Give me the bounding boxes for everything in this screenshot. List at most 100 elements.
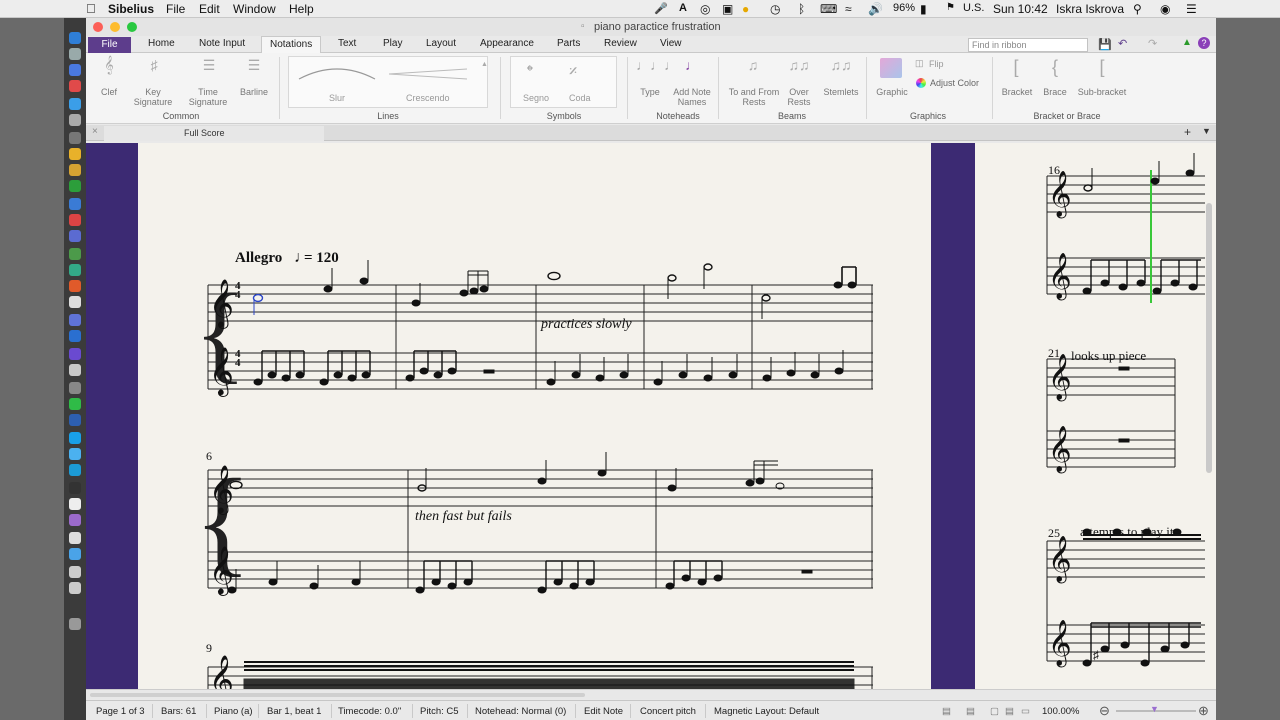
outlook-icon[interactable] [69,414,81,426]
trash-icon[interactable] [69,618,81,630]
sibelius-icon[interactable] [69,314,81,326]
flip-button[interactable]: Flip [929,59,944,69]
zoom-level[interactable]: 100.00% [1042,706,1080,717]
tab-play[interactable]: Play [383,38,402,49]
facetime-icon[interactable] [69,264,81,276]
folder-icon[interactable] [69,464,81,476]
safari-icon[interactable] [69,64,81,76]
gallery-scroll-icon[interactable]: ▲ [481,61,488,68]
to-and-from-rests-button[interactable]: To and From Rests [728,87,780,107]
wifi-icon[interactable]: ≈ [845,2,852,16]
zoom-icon[interactable] [69,330,81,342]
tab-appearance[interactable]: Appearance [480,38,534,49]
tab-view[interactable]: View [660,38,682,49]
continuous-view-icon[interactable]: ▭ [1021,706,1030,717]
page-layout-icon[interactable]: ▤ [966,706,975,717]
battery-icon[interactable]: ▮ [920,2,927,16]
user-name[interactable]: Iskra Iskrova [1056,2,1124,16]
graphic-button[interactable]: Graphic [872,87,912,97]
appstore2-icon[interactable] [69,432,81,444]
tab-layout[interactable]: Layout [426,38,456,49]
undo-icon[interactable]: ↶ [1118,37,1127,50]
tab-notations[interactable]: Notations [261,36,321,54]
chrome-icon[interactable] [69,296,81,308]
acrobat-icon[interactable] [69,214,81,226]
tab-home[interactable]: Home [148,38,175,49]
screenshot-icon[interactable] [69,566,81,578]
app-menu[interactable]: Sibelius [108,2,154,16]
annotation-practices-slowly[interactable]: practices slowly [541,317,632,333]
spotlight-search-icon[interactable]: ⚲ [1133,2,1142,16]
close-tab-icon[interactable]: × [92,126,98,137]
maps-icon[interactable] [69,248,81,260]
word-icon[interactable] [69,198,81,210]
calendar-date-icon[interactable] [69,498,81,510]
spread-icon[interactable]: ▤ [1005,706,1014,717]
key-signature-button[interactable]: Key Signature [128,87,178,107]
siri-icon[interactable]: ◉ [1160,2,1170,16]
document-icon[interactable] [69,532,81,544]
tempo-marking[interactable]: Allegro [235,250,282,267]
apple-menu-icon[interactable]:  [86,1,96,16]
add-note-names-button[interactable]: Add Note Names [668,87,716,107]
tab-text[interactable]: Text [338,38,356,49]
podcasts-icon[interactable] [69,514,81,526]
disk-utility-icon[interactable] [69,382,81,394]
horizontal-scrollbar[interactable] [86,689,1216,699]
menu-edit[interactable]: Edit [199,2,220,16]
help-icon[interactable]: ? [1198,37,1210,49]
stemlets-button[interactable]: Stemlets [819,87,863,97]
tab-review[interactable]: Review [604,38,637,49]
adjust-color-button[interactable]: Adjust Color [930,78,979,88]
file-tab[interactable]: File [88,37,131,53]
bracket-button[interactable]: Bracket [998,87,1036,97]
messages-icon[interactable] [69,398,81,410]
calendar-icon[interactable] [69,80,81,92]
menu-file[interactable]: File [166,2,185,16]
coda-item[interactable]: Coda [569,93,591,103]
screen-recorder-icon[interactable]: ▣ [722,2,733,16]
notification-center-icon[interactable]: ☰ [1186,2,1197,16]
battery-percent[interactable]: 96% [893,2,915,14]
horizontal-scroll-thumb[interactable] [90,693,585,697]
magnetic-layout-toggle[interactable]: Magnetic Layout: Default [714,706,819,717]
sub-bracket-button[interactable]: Sub-bracket [1074,87,1130,97]
add-tab-icon[interactable]: + [1184,125,1191,139]
minimize-window-button[interactable] [110,22,120,32]
full-score-tab[interactable]: Full Score [104,126,324,141]
input-source[interactable]: U.S. [963,2,984,14]
tempo-value[interactable]: = 120 [304,250,339,267]
textedit-icon[interactable] [69,364,81,376]
menu-window[interactable]: Window [233,2,276,16]
find-in-ribbon-input[interactable]: Find in ribbon [968,38,1088,52]
clock[interactable]: Sun 10:42 [993,2,1048,16]
annotation-attempts-to-play[interactable]: attempts to play it [1080,524,1174,540]
music-app-icon[interactable] [69,230,81,242]
annotation-looks-up-piece[interactable]: looks up piece [1071,348,1146,364]
notes-icon[interactable] [69,148,81,160]
zoom-slider-thumb[interactable]: ▼ [1150,704,1159,714]
crescendo-item[interactable]: Crescendo [406,93,450,103]
score-view[interactable]: { { 𝄞 𝄞 𝄞 𝄞 𝄞 Allegro ♩ = 120 4 4 4 4 pr… [86,143,1216,689]
volume-icon[interactable]: 🔊 [868,2,883,16]
over-rests-button[interactable]: Over Rests [783,87,815,107]
notehead-type-button[interactable]: Type [634,87,666,97]
bluetooth-icon[interactable]: ᛒ [798,2,805,16]
segno-item[interactable]: Segno [523,93,549,103]
flag-icon[interactable]: ⚑ [946,2,955,13]
preview-icon[interactable] [69,582,81,594]
menu-help[interactable]: Help [289,2,314,16]
time-signature-button[interactable]: Time Signature [183,87,233,107]
zoom-out-icon[interactable]: ⊖ [1099,703,1110,719]
slur-item[interactable]: Slur [329,93,345,103]
firefox-icon[interactable] [69,280,81,292]
annotation-then-fast[interactable]: then fast but fails [415,509,512,525]
time-machine-icon[interactable]: ◷ [770,2,780,16]
barline-button[interactable]: Barline [234,87,274,97]
help-app-icon[interactable] [69,132,81,144]
transport-icon[interactable]: ▤ [942,706,951,717]
app-store-icon[interactable] [69,98,81,110]
keyboard-icon[interactable]: ⌨ [820,2,837,16]
vertical-scrollbar[interactable] [1206,203,1212,473]
preferences-icon[interactable] [69,114,81,126]
